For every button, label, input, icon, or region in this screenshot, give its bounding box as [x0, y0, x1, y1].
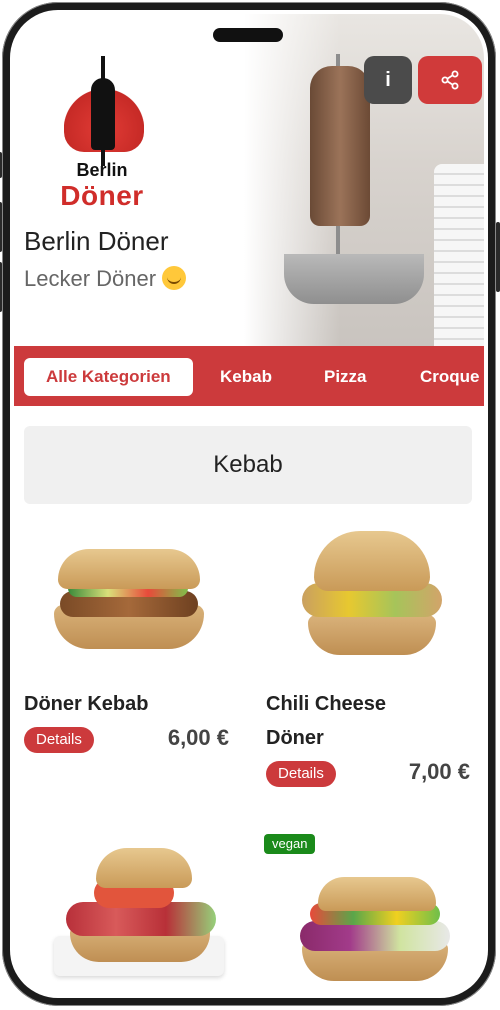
product-image-doner-kebab[interactable] [54, 539, 204, 659]
tab-pizza[interactable]: Pizza [324, 358, 367, 396]
phone-side-button [496, 222, 500, 292]
product-card[interactable]: Döner Kebab Details 6,00 € [14, 519, 249, 779]
share-button[interactable] [418, 56, 482, 104]
phone-side-button [0, 262, 2, 312]
details-button[interactable]: Details [24, 727, 94, 753]
restaurant-logo: Berlin Döner [24, 44, 180, 211]
restaurant-name: Berlin Döner [24, 226, 169, 256]
product-price: 6,00 € [167, 725, 229, 750]
photo-drip-pan [284, 254, 424, 304]
product-name-line: Chili Cheese [266, 693, 387, 715]
restaurant-header: Berlin Döner Berlin Döner Lecker Döner i [14, 14, 484, 346]
phone-frame: Berlin Döner Berlin Döner Lecker Döner i [0, 2, 500, 1006]
phone-notch [213, 28, 283, 42]
yum-emoji-icon [162, 266, 187, 290]
product-name[interactable]: Döner Kebab [24, 687, 148, 721]
photo-doner-meat [310, 66, 370, 226]
details-button[interactable]: Details [266, 761, 336, 787]
share-icon [441, 70, 459, 90]
product-card[interactable] [14, 834, 249, 994]
phone-side-button [0, 152, 2, 178]
info-icon: i [385, 68, 391, 91]
phone-side-button [0, 202, 2, 252]
phone-bezel: Berlin Döner Berlin Döner Lecker Döner i [10, 10, 488, 998]
product-image-vegan-doner[interactable] [300, 871, 450, 991]
product-card[interactable]: Chili Cheese Döner Details 7,00 € [254, 519, 484, 799]
tab-kebab[interactable]: Kebab [220, 358, 272, 396]
tagline-text: Lecker Döner [24, 266, 157, 291]
product-name-line: Döner [266, 727, 324, 749]
product-name[interactable]: Chili Cheese Döner [266, 687, 386, 755]
product-card[interactable] [254, 859, 484, 994]
section-title: Kebab [24, 426, 472, 504]
category-tabs: Alle Kategorien Kebab Pizza Croque [14, 346, 484, 406]
info-button[interactable]: i [364, 56, 412, 104]
product-image-sucuk-sandwich[interactable] [44, 848, 224, 988]
logo-text-doner: Döner [60, 180, 144, 211]
vegan-badge: vegan [264, 834, 316, 854]
product-price: 7,00 € [408, 759, 470, 784]
tab-alle-kategorien[interactable]: Alle Kategorien [24, 358, 193, 396]
app-screen: Berlin Döner Berlin Döner Lecker Döner i [14, 14, 484, 994]
tab-croque[interactable]: Croque [420, 358, 480, 396]
doner-spit-icon [91, 56, 115, 166]
restaurant-tagline: Lecker Döner [24, 266, 187, 292]
photo-plate-stack [434, 164, 484, 346]
logo-text-berlin: Berlin [76, 160, 128, 180]
product-image-chili-cheese-doner[interactable] [302, 531, 442, 661]
